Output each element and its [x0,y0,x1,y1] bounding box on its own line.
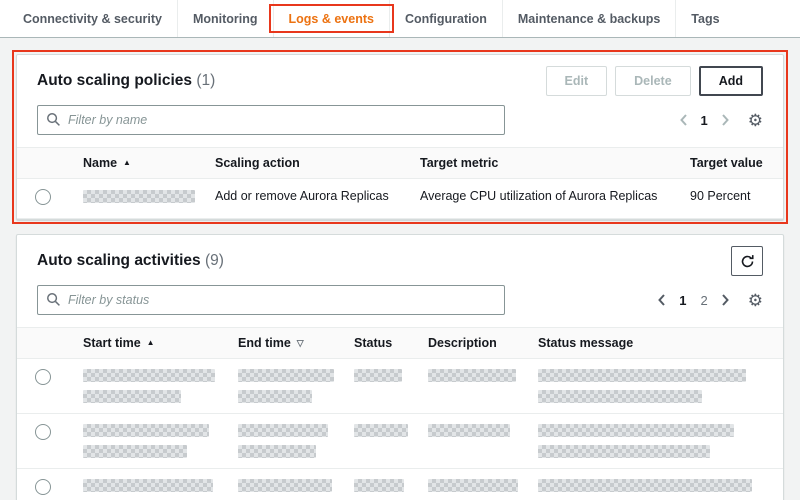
refresh-icon [741,254,754,267]
policy-row: Add or remove Aurora Replicas Average CP… [17,178,783,219]
delete-button[interactable]: Delete [615,66,691,96]
tab-connectivity-security[interactable]: Connectivity & security [8,0,177,37]
column-header-name[interactable]: Name ▲ [73,147,205,179]
pagination-page-1[interactable]: 1 [678,293,687,308]
policies-filter-row: 1 ⚙ [17,105,783,147]
activities-pagination: 1 2 ⚙ [657,292,763,309]
refresh-button[interactable] [731,246,763,276]
redacted-start-time [83,424,209,437]
activity-radio-button[interactable] [35,424,51,440]
policies-pagination: 1 ⚙ [679,112,763,129]
pagination-prev-icon[interactable] [679,113,688,127]
activities-table: Start time ▲ End time ▽ Status Description… [17,327,783,500]
redacted-status-message [538,479,752,492]
redacted-end-time [238,479,332,492]
detail-tab-bar: Connectivity & security Monitoring Logs … [0,0,800,38]
redacted-status-message [538,445,710,458]
policies-count: (1) [196,72,216,89]
redacted-status [354,424,408,437]
pagination-page-2[interactable]: 2 [700,293,709,308]
policy-target-metric: Average CPU utilization of Aurora Replic… [410,178,680,219]
auto-scaling-policies-panel: Auto scaling policies (1) Edit Delete Ad… [12,50,788,224]
column-header-target-value: Target value [680,147,783,179]
add-button[interactable]: Add [698,66,763,96]
activities-filter-row: 1 2 ⚙ [17,285,783,327]
redacted-end-time [238,390,312,403]
redacted-status-message [538,424,734,437]
search-icon [46,292,61,310]
activities-header-row: Start time ▲ End time ▽ Status Description… [17,327,783,359]
activities-panel-title: Auto scaling activities (9) [37,252,224,269]
redacted-status [354,369,402,382]
redacted-status-message [538,369,746,382]
activities-panel-header: Auto scaling activities (9) [17,235,783,285]
tab-maintenance-backups[interactable]: Maintenance & backups [501,0,675,37]
redacted-status [354,479,404,492]
settings-gear-icon[interactable]: ⚙ [748,112,763,129]
column-header-status-message: Status message [528,327,783,359]
column-header-description: Description [418,327,528,359]
column-header-target-metric: Target metric [410,147,680,179]
policies-select-col-header [17,147,73,179]
filter-by-status-input[interactable] [37,285,505,315]
redacted-status-message [538,390,702,403]
redacted-start-time [83,369,215,382]
activity-row [17,358,783,414]
sort-ascending-icon: ▲ [123,158,131,167]
activities-search-box [37,285,505,315]
redacted-description [428,479,518,492]
pagination-page-1[interactable]: 1 [700,113,709,128]
page-content: Auto scaling policies (1) Edit Delete Ad… [0,38,800,500]
sort-ascending-icon: ▲ [146,338,155,347]
redacted-start-time [83,479,213,492]
pagination-prev-icon[interactable] [657,293,666,307]
policies-search-box [37,105,505,135]
redacted-description [428,424,510,437]
auto-scaling-activities-panel: Auto scaling activities (9) 1 2 [16,234,784,500]
activity-radio-button[interactable] [35,369,51,385]
redacted-end-time [238,424,328,437]
column-header-end-time[interactable]: End time ▽ [228,327,344,359]
policies-header-row: Name ▲ Scaling action Target metric Targe… [17,147,783,179]
column-header-scaling-action: Scaling action [205,147,410,179]
activities-select-col-header [17,327,73,359]
redacted-policy-name [83,190,195,203]
redacted-end-time [238,369,334,382]
policies-panel-title: Auto scaling policies (1) [37,72,216,89]
redacted-start-time [83,445,187,458]
policy-radio-button[interactable] [35,189,51,205]
tab-logs-events[interactable]: Logs & events [268,0,394,37]
tab-tags[interactable]: Tags [675,0,734,37]
policies-panel-header: Auto scaling policies (1) Edit Delete Ad… [17,55,783,105]
activities-count: (9) [204,252,224,269]
activity-row [17,413,783,469]
pagination-next-icon[interactable] [721,293,730,307]
activity-row [17,468,783,500]
edit-button[interactable]: Edit [545,66,608,96]
activity-radio-button[interactable] [35,479,51,495]
policies-table: Name ▲ Scaling action Target metric Targe… [17,147,783,219]
tab-configuration[interactable]: Configuration [388,0,502,37]
redacted-description [428,369,516,382]
settings-gear-icon[interactable]: ⚙ [748,292,763,309]
policy-scaling-action: Add or remove Aurora Replicas [205,178,410,219]
redacted-start-time [83,390,181,403]
sort-indicator-icon: ▽ [296,338,304,348]
column-header-status: Status [344,327,418,359]
search-icon [46,112,61,130]
redacted-end-time [238,445,316,458]
tab-monitoring[interactable]: Monitoring [176,0,273,37]
policy-target-value: 90 Percent [680,178,783,219]
policies-actions: Edit Delete Add [545,66,763,96]
pagination-next-icon[interactable] [721,113,730,127]
column-header-start-time[interactable]: Start time ▲ [73,327,228,359]
filter-by-name-input[interactable] [37,105,505,135]
